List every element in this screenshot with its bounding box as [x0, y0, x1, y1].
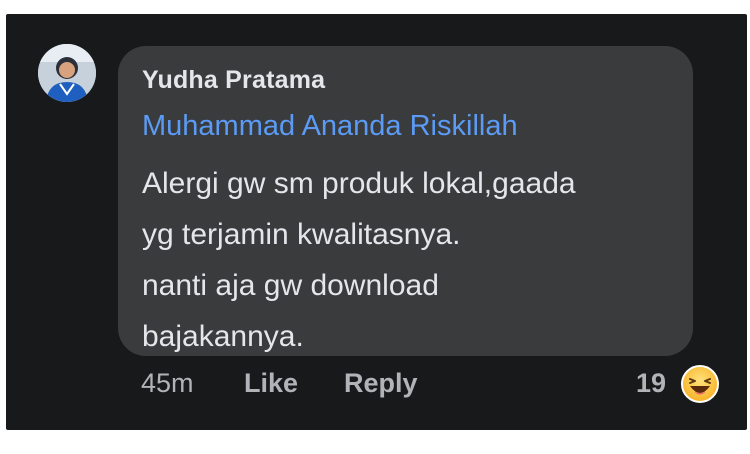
reaction-count[interactable]: 19: [636, 368, 666, 399]
like-button[interactable]: Like: [244, 368, 298, 399]
reply-button[interactable]: Reply: [344, 368, 418, 399]
comment-text: Alergi gw sm produk lokal,gaada yg terja…: [142, 158, 576, 362]
mentioned-user-link[interactable]: Muhammad Ananda Riskillah: [142, 110, 518, 143]
avatar[interactable]: [38, 44, 96, 102]
comment-text-line: yg terjamin kwalitasnya.: [142, 218, 461, 251]
haha-emoji-icon[interactable]: [680, 364, 720, 404]
comment-text-line: Alergi gw sm produk lokal,gaada: [142, 167, 576, 200]
comment-text-line: nanti aja gw download: [142, 269, 439, 302]
comment-author-name[interactable]: Yudha Pratama: [142, 66, 325, 95]
avatar-image: [38, 44, 96, 102]
comment-text-line: bajakannya.: [142, 320, 304, 353]
comment-timestamp[interactable]: 45m: [141, 368, 194, 399]
